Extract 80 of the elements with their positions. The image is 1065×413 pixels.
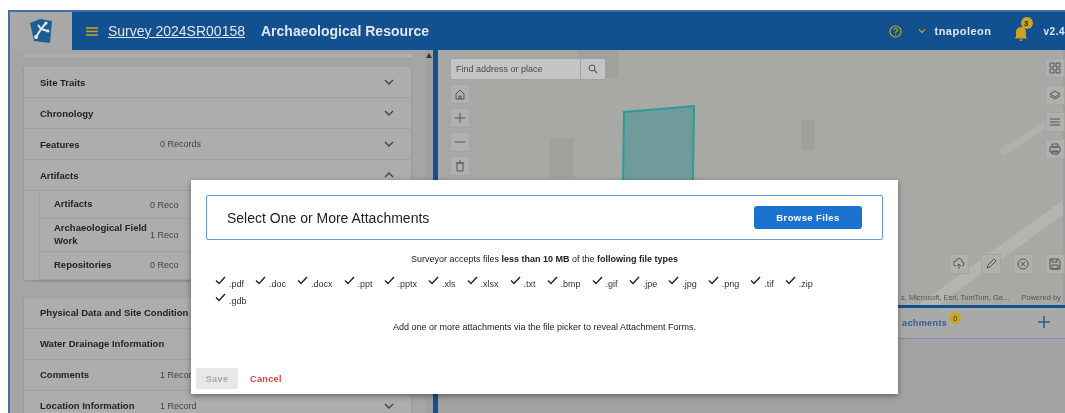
file-type-label: .gif [605,279,618,289]
file-type-label: .xlsx [480,279,499,289]
record-count: 1 Recor [160,369,192,380]
check-icon [591,276,603,285]
section-title[interactable]: Features [40,138,160,150]
logo-icon [28,17,54,45]
check-icon [215,276,226,285]
file-type-label: .bmp [560,279,581,289]
section-title[interactable]: Chronology [40,107,160,119]
check-icon [297,276,309,285]
subsection-title[interactable]: Artifacts [54,198,150,211]
check-icon [668,276,680,285]
check-icon [546,276,558,285]
check-icon [383,276,395,285]
check-icon [707,276,719,285]
file-type-label: .tif [764,279,774,289]
file-type-label: .gdb [229,296,247,306]
section-title[interactable]: Site Traits [40,76,160,88]
section-title[interactable]: Physical Data and Site Condition [40,307,189,319]
file-type-label: .pptx [397,279,418,289]
section-title[interactable]: Water Drainage Information [40,338,165,350]
record-count: 0 Reco [150,260,180,271]
check-icon [750,276,762,285]
section-title[interactable]: Location Information [40,400,160,412]
file-type-label: .ppt [357,279,373,289]
username[interactable]: tnapoleon [934,25,992,37]
check-icon [784,276,796,285]
record-count: 1 Record [160,400,197,411]
check-icon [255,276,266,285]
save-icon[interactable] [1045,254,1065,274]
trash-icon[interactable] [450,156,470,176]
notification-badge: 3 [1020,17,1033,29]
file-type-label: .jpe [642,279,658,289]
file-type-label: .zip [798,279,813,289]
zoom-in-icon[interactable] [450,108,470,128]
list-icon[interactable] [1045,112,1065,132]
browse-files-button[interactable]: Browse Files [754,206,862,229]
record-count: 0 Reco [150,199,180,210]
scroll-up-icon[interactable] [426,53,432,58]
version-label: v2.4 [1043,25,1065,37]
record-count: 0 Records [160,139,202,149]
check-icon [628,276,640,285]
menu-icon[interactable] [86,26,98,36]
check-icon [215,293,226,302]
section-title[interactable]: Comments [40,369,160,381]
zoom-out-icon[interactable] [450,132,470,152]
file-type-label: .pdf [229,279,244,289]
hint-text: Add one or more attachments via the file picker to reveal Attachment Forms. [391,322,698,332]
chevron-down-icon[interactable] [918,28,927,34]
subsection-title[interactable]: Archaeological Field Work [54,222,150,248]
grid-icon[interactable] [1045,58,1065,78]
subsection-title[interactable]: Repositories [54,258,150,272]
cancel-button[interactable]: Cancel [250,373,282,384]
check-icon [509,276,521,285]
file-type-label: .xls [442,279,456,289]
add-icon[interactable] [1037,315,1051,329]
file-type-label: .txt [523,279,536,289]
file-type-label: .jpg [682,279,697,289]
check-icon [466,276,478,285]
print-icon[interactable] [1045,139,1065,159]
search-field[interactable]: Find address or place [450,58,606,80]
search-input[interactable]: Find address or place [451,64,580,74]
record-count: 1 Reco [150,229,180,240]
dialog-title: Select One or More Attachments [227,209,431,226]
home-icon[interactable] [450,84,470,104]
pencil-icon[interactable] [981,254,1001,274]
layers-icon[interactable] [1045,85,1065,105]
section-title[interactable]: Artifacts [40,169,160,181]
file-limit-text: Surveyor accepts files less than 10 MB of the following file types [409,254,680,264]
file-type-label: .png [721,279,740,289]
help-icon[interactable] [889,24,903,38]
cancel-icon[interactable] [1013,254,1033,274]
file-type-label: .docx [311,279,333,289]
check-icon [343,276,355,285]
survey-link[interactable]: Survey 2024SR00158 [108,23,245,39]
upload-icon[interactable] [949,254,969,274]
search-icon[interactable] [588,64,598,74]
file-type-label: .doc [269,279,287,289]
check-icon [428,276,440,285]
page-title: Archaeological Resource [261,23,430,39]
